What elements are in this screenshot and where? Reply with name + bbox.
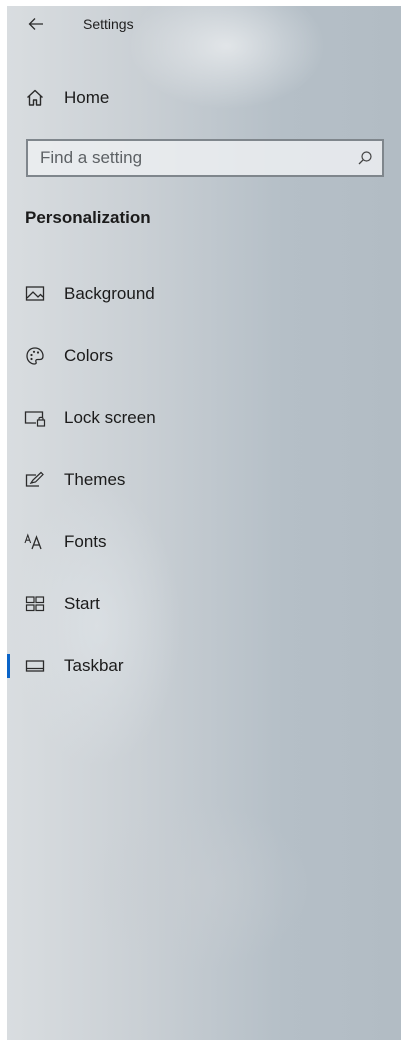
nav-home-label: Home	[64, 88, 110, 107]
settings-window: Settings Home Personalization	[0, 0, 401, 1040]
fonts-icon	[24, 531, 46, 553]
section-heading: Personalization	[25, 208, 151, 227]
start-icon	[24, 593, 46, 615]
nav-colors-label: Colors	[64, 346, 114, 365]
picture-icon	[24, 283, 46, 305]
search-icon[interactable]	[356, 149, 374, 167]
nav-start[interactable]: Start	[7, 580, 401, 628]
nav-taskbar-label: Taskbar	[64, 656, 124, 675]
nav-background[interactable]: Background	[7, 270, 401, 318]
nav-themes[interactable]: Themes	[7, 456, 401, 504]
nav-fonts[interactable]: Fonts	[7, 518, 401, 566]
nav-lock-screen-label: Lock screen	[64, 408, 156, 427]
nav-fonts-label: Fonts	[64, 532, 107, 551]
title-bar: Settings	[7, 6, 401, 42]
nav-colors[interactable]: Colors	[7, 332, 401, 380]
nav-background-label: Background	[64, 284, 155, 303]
nav-lock-screen[interactable]: Lock screen	[7, 394, 401, 442]
taskbar-icon	[24, 655, 46, 677]
nav-home[interactable]: Home	[7, 74, 401, 122]
lock-screen-icon	[24, 407, 46, 429]
back-arrow-icon	[28, 18, 43, 30]
navigation-pane: Settings Home Personalization	[7, 6, 401, 1040]
app-title: Settings	[83, 16, 134, 32]
back-button[interactable]	[23, 12, 49, 36]
home-icon	[24, 87, 46, 109]
palette-icon	[24, 345, 46, 367]
search-box[interactable]	[26, 139, 384, 177]
nav-themes-label: Themes	[64, 470, 126, 489]
nav-start-label: Start	[64, 594, 100, 613]
nav-taskbar[interactable]: Taskbar	[7, 642, 401, 690]
selection-indicator	[7, 654, 10, 678]
search-input[interactable]	[40, 148, 340, 168]
themes-icon	[24, 469, 46, 491]
